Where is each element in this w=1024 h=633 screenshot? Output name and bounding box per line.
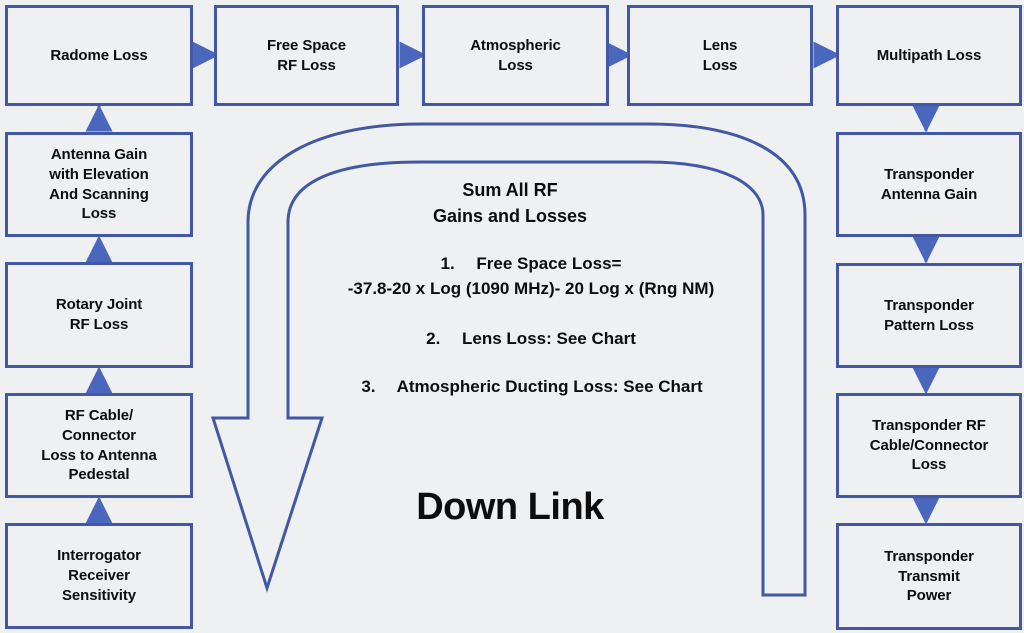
box-rf-cable-connector-loss-label: RF Cable/ Connector Loss to Antenna Pede… bbox=[41, 406, 157, 484]
box-interrogator-receiver-sensitivity-label: Interrogator Receiver Sensitivity bbox=[57, 547, 141, 604]
box-interrogator-receiver-sensitivity[interactable]: Interrogator Receiver Sensitivity bbox=[5, 523, 193, 629]
note-item-free-space-loss: 1. Free Space Loss= -37.8-20 x Log (1090… bbox=[347, 254, 715, 298]
box-antenna-gain[interactable]: Antenna Gain with Elevation And Scanning… bbox=[5, 132, 193, 237]
box-multipath-loss-label: Multipath Loss bbox=[876, 46, 982, 64]
note-item-lens-loss: 2. Lens Loss: See Chart bbox=[426, 329, 636, 348]
box-transponder-antenna-gain-label: Transponder Antenna Gain bbox=[880, 165, 978, 203]
box-radome-loss-label: Radome Loss bbox=[50, 46, 148, 64]
box-lens-loss[interactable]: Lens Loss bbox=[627, 5, 813, 106]
note-item-atmospheric-ducting-loss: 3. Atmospheric Ducting Loss: See Chart bbox=[361, 377, 703, 396]
box-transponder-transmit-power[interactable]: Transponder Transmit Power bbox=[836, 523, 1022, 630]
box-multipath-loss[interactable]: Multipath Loss bbox=[836, 5, 1022, 106]
box-rf-cable-connector-loss[interactable]: RF Cable/ Connector Loss to Antenna Pede… bbox=[5, 393, 193, 498]
box-transponder-antenna-gain[interactable]: Transponder Antenna Gain bbox=[836, 132, 1022, 237]
box-free-space-rf-loss[interactable]: Free Space RF Loss bbox=[214, 5, 399, 106]
box-transponder-transmit-power-label: Transponder Transmit Power bbox=[884, 547, 974, 605]
box-free-space-rf-loss-label: Free Space RF Loss bbox=[266, 36, 347, 74]
downlink-rf-budget-diagram: Radome Loss Free Space RF Loss Atmospher… bbox=[0, 0, 1024, 633]
sum-all-rf-heading: Sum All RF Gains and Losses bbox=[432, 180, 588, 226]
box-atmospheric-loss-label: Atmospheric Loss bbox=[470, 36, 561, 74]
box-atmospheric-loss[interactable]: Atmospheric Loss bbox=[422, 5, 609, 106]
box-transponder-rf-cable-connector-loss[interactable]: Transponder RF Cable/Connector Loss bbox=[836, 393, 1022, 498]
page-title: Down Link bbox=[416, 486, 604, 528]
box-rotary-joint-rf-loss-label: Rotary Joint RF Loss bbox=[55, 296, 143, 333]
box-rotary-joint-rf-loss[interactable]: Rotary Joint RF Loss bbox=[5, 262, 193, 368]
box-radome-loss[interactable]: Radome Loss bbox=[5, 5, 193, 106]
box-lens-loss-label: Lens Loss bbox=[702, 36, 738, 74]
box-antenna-gain-label: Antenna Gain with Elevation And Scanning… bbox=[49, 145, 149, 223]
box-transponder-pattern-loss[interactable]: Transponder Pattern Loss bbox=[836, 263, 1022, 368]
box-transponder-pattern-loss-label: Transponder Pattern Loss bbox=[884, 296, 974, 334]
box-transponder-rf-cable-connector-loss-label: Transponder RF Cable/Connector Loss bbox=[869, 416, 989, 474]
